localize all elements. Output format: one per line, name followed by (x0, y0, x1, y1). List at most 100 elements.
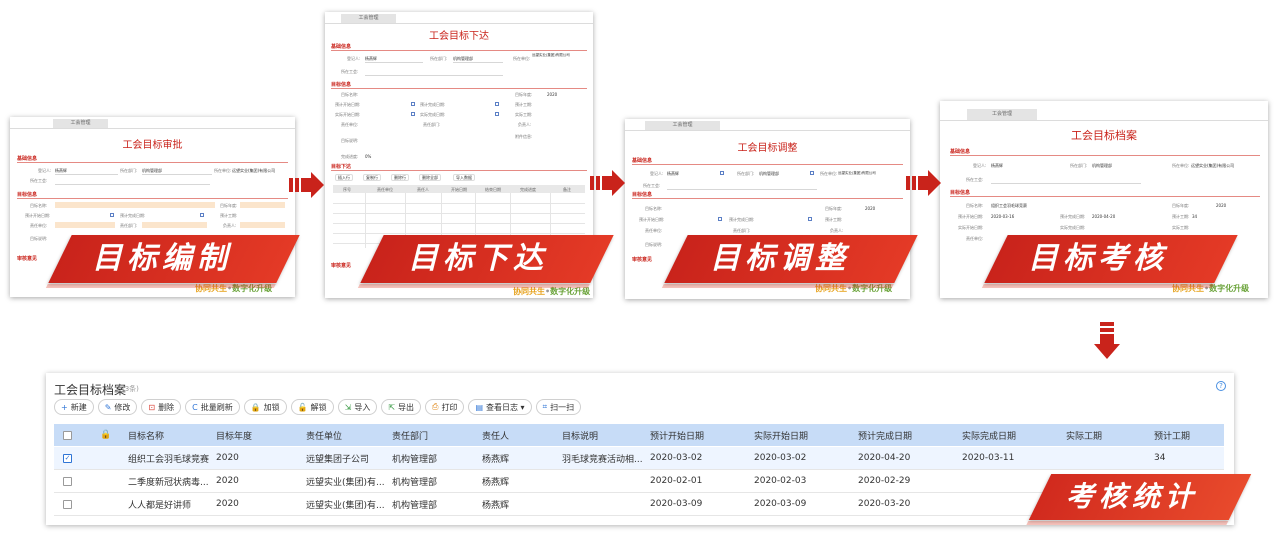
banner-target-adjust: 目标调整 (710, 241, 850, 276)
required-field[interactable] (55, 222, 115, 228)
calendar-icon[interactable] (110, 213, 114, 217)
field-underline (453, 62, 503, 63)
cell-dept: 机构管理部 (392, 477, 438, 488)
unlock-icon: 🔓 (297, 402, 308, 412)
edit-button-label: 修改 (114, 402, 131, 412)
calendar-icon[interactable] (495, 112, 499, 116)
process-flow-graphic: 工会管理 工会目标审批 基础信息 登记人: 杨燕辉 所在部门: 机构管理部 所在… (0, 0, 1280, 535)
field-label: 实际开始日期: (958, 225, 984, 230)
calendar-icon[interactable] (495, 102, 499, 106)
field-label: 目标名称: (645, 206, 663, 211)
scan-button-label: 扫一扫 (550, 402, 575, 412)
col-header[interactable]: 预计工期 (1154, 424, 1190, 446)
import-icon: ⇲ (344, 402, 352, 412)
import-data-button[interactable]: 导入数据 (453, 174, 475, 181)
row-checkbox-cell[interactable] (63, 470, 72, 492)
field-label: 完成进度: (341, 154, 359, 159)
form-tab[interactable]: 工会管理 (341, 14, 396, 23)
batch-refresh-label: 批量刷新 (200, 402, 233, 412)
required-field[interactable] (142, 222, 207, 228)
field-value: 远望实业(集团)有限公司 (838, 171, 876, 175)
col-header[interactable]: 实际开始日期 (754, 424, 808, 446)
subtable-col: 结束日期 (485, 187, 501, 192)
col-header[interactable]: 责任人 (482, 424, 509, 446)
col-header[interactable]: 责任单位 (306, 424, 342, 446)
row-checkbox[interactable] (63, 499, 72, 509)
new-button[interactable]: + 新建 (54, 399, 94, 415)
field-label: 预计工期: (825, 217, 843, 222)
search-icon[interactable] (810, 171, 814, 175)
cell-actual-start: 2020-02-03 (754, 476, 807, 486)
cell-desc: 羽毛球竞赛活动相... (562, 454, 643, 465)
batch-refresh-button[interactable]: C 批量刷新 (185, 399, 240, 415)
help-icon[interactable]: ? (1216, 381, 1226, 391)
col-header[interactable]: 实际工期 (1066, 424, 1102, 446)
delete-button[interactable]: ⊡ 删除 (141, 399, 182, 415)
field-value: 2020 (865, 206, 876, 211)
cell-owner: 杨燕辉 (482, 477, 510, 488)
edit-button[interactable]: ✎ 修改 (97, 399, 138, 415)
field-label: 责任部门: (120, 223, 138, 228)
col-header[interactable]: 预计完成日期 (858, 424, 912, 446)
field-label: 预计完成日期: (420, 102, 446, 107)
col-header[interactable]: 预计开始日期 (650, 424, 704, 446)
calendar-icon[interactable] (808, 217, 812, 221)
view-log-dropdown[interactable]: ▤ 查看日志 ▾ (468, 399, 532, 415)
row-checkbox-cell[interactable]: ✓ (63, 447, 72, 469)
delete-row-button[interactable]: 删除行 (391, 174, 409, 181)
field-label: 所在工会: (643, 183, 661, 188)
field-label: 责任单位: (341, 122, 359, 127)
refresh-icon: C (192, 402, 198, 412)
field-value: 远望实业(集团)有限公司 (232, 168, 276, 173)
col-header[interactable]: 目标说明 (562, 424, 598, 446)
table-row[interactable]: ✓ 组织工会羽毛球竞赛 2020 远望集团子公司 机构管理部 杨燕辉 羽毛球竞赛… (54, 447, 1224, 470)
cell-owner: 杨燕辉 (482, 454, 510, 465)
row-checkbox[interactable] (63, 476, 72, 486)
section-rule (632, 198, 903, 199)
cell-plan-end: 2020-02-29 (858, 476, 911, 486)
calendar-icon[interactable] (411, 102, 415, 106)
calendar-icon[interactable] (718, 217, 722, 221)
col-header[interactable]: 目标名称 (128, 424, 164, 446)
select-all-checkbox-cell[interactable] (63, 424, 72, 446)
section-basic-info: 基础信息 (632, 158, 653, 164)
scan-button[interactable]: ⌗ 扫一扫 (535, 399, 582, 415)
banner-assessment-stats: 考核统计 (1066, 480, 1199, 513)
lock-button[interactable]: 🔒 加锁 (243, 399, 287, 415)
calendar-icon[interactable] (200, 213, 204, 217)
col-header[interactable]: 目标年度 (216, 424, 252, 446)
field-value: 远望实业(集团)有限公司 (532, 53, 570, 57)
cell-plan-start: 2020-02-01 (650, 476, 703, 486)
subtable-row-line (333, 213, 585, 214)
section-rule (950, 196, 1260, 197)
delete-all-button[interactable]: 删除全部 (419, 174, 441, 181)
required-field[interactable] (240, 202, 285, 208)
export-button[interactable]: ⇱ 导出 (381, 399, 422, 415)
select-all-checkbox[interactable] (63, 430, 72, 440)
row-checkbox-cell[interactable] (63, 493, 72, 515)
col-header[interactable]: 责任部门 (392, 424, 428, 446)
col-header[interactable]: 实际完成日期 (962, 424, 1016, 446)
import-button[interactable]: ⇲ 导入 (337, 399, 378, 415)
field-label: 预计开始日期: (958, 214, 984, 219)
record-count: (3条) (122, 385, 139, 393)
trash-icon: ⊡ (148, 402, 156, 412)
insert-row-button[interactable]: 插入行 (335, 174, 353, 181)
row-checkbox-checked[interactable]: ✓ (63, 453, 72, 463)
copy-row-button[interactable]: 复制行 (363, 174, 381, 181)
required-field[interactable] (240, 222, 285, 228)
required-field[interactable] (55, 202, 215, 208)
field-label: 目标说明: (645, 242, 663, 247)
field-label: 所在部门: (1070, 163, 1088, 168)
unlock-button[interactable]: 🔓 解锁 (290, 399, 334, 415)
form-tab[interactable]: 工会管理 (645, 121, 720, 130)
search-icon[interactable] (720, 171, 724, 175)
field-label: 预计工期: (515, 102, 533, 107)
form-tab[interactable]: 工会管理 (967, 109, 1037, 120)
field-label: 责任单位: (966, 236, 984, 241)
print-button[interactable]: ⎙ 打印 (425, 399, 465, 415)
calendar-icon[interactable] (411, 112, 415, 116)
form-tab[interactable]: 工会管理 (53, 119, 108, 128)
export-icon: ⇱ (388, 402, 396, 412)
field-label: 所在部门: (737, 171, 755, 176)
